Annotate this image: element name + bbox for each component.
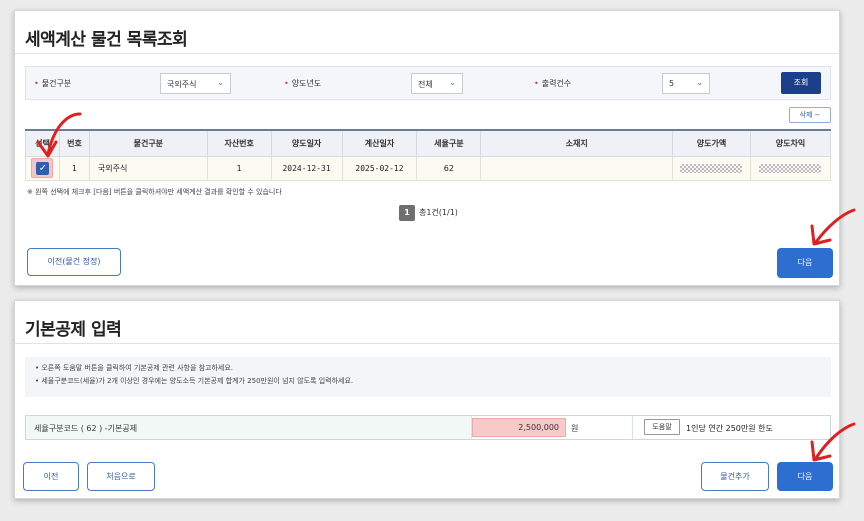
- page-title: 기본공제 입력: [25, 320, 122, 340]
- col-header: 양도가액: [671, 129, 751, 157]
- row-calc-date: 2025-02-12: [341, 155, 418, 181]
- title-divider: [15, 53, 839, 54]
- property-list-panel: 세액계산 물건 목록조회 • 물건구분 국외주식 ⌄ • 양도년도 전체 ⌄ • 출력건수…: [14, 10, 840, 286]
- row-transfer-date: 2024-12-31: [270, 155, 343, 181]
- pagination: 1 총1건(1/1): [399, 205, 458, 221]
- col-header: 물건구분: [88, 129, 208, 157]
- table-row[interactable]: ✓ 1 국외주식 1 2024-12-31 2025-02-12 62: [25, 155, 832, 181]
- row-category: 국외주식: [88, 155, 208, 181]
- col-header: 계산일자: [341, 129, 418, 157]
- instruction-note: ※ 왼쪽 선택에 체크후 [다음] 버튼을 클릭하셔야만 세액계산 결과를 확인…: [27, 188, 282, 196]
- transfer-year-label: • 양도년도: [284, 79, 322, 88]
- chevron-down-icon: ⌄: [696, 78, 703, 87]
- deduction-amount-input[interactable]: 2,500,000: [472, 418, 566, 437]
- annotation-arrow-icon: [36, 112, 82, 158]
- output-count-label: • 출력건수: [534, 79, 572, 88]
- currency-unit: 원: [571, 424, 579, 433]
- title-divider: [15, 343, 839, 344]
- category-select[interactable]: 국외주식 ⌄: [160, 73, 231, 94]
- chevron-down-icon: ⌄: [449, 78, 456, 87]
- category-label: • 물건구분: [34, 79, 72, 88]
- row-asset-no: 1: [206, 155, 272, 181]
- page-summary: 총1건(1/1): [419, 208, 458, 217]
- basic-deduction-panel: 기본공제 입력 • 오른쪽 도움말 버튼을 클릭하여 기본공제 관련 사항을 참…: [14, 300, 840, 499]
- prev-button[interactable]: 이전: [23, 462, 79, 491]
- next-button[interactable]: 다음: [777, 462, 833, 491]
- output-count-select[interactable]: 5 ⌄: [662, 73, 710, 94]
- info-box: • 오른쪽 도움말 버튼을 클릭하여 기본공제 관련 사항을 참고하세요. • …: [25, 357, 831, 397]
- page-button[interactable]: 1: [399, 205, 415, 221]
- page-title: 세액계산 물건 목록조회: [25, 30, 188, 50]
- help-button[interactable]: 도움말: [644, 419, 680, 435]
- col-header: 자산번호: [206, 129, 272, 157]
- row-location: [480, 155, 673, 181]
- property-table: 선택 번호 물건구분 자산번호 양도일자 계산일자 세율구분 소재지 양도가액 …: [25, 129, 832, 181]
- col-header: 양도일자: [270, 129, 343, 157]
- deduction-label: 세율구분코드 ( 62 ) -기본공제: [26, 416, 472, 439]
- add-property-button[interactable]: 물건추가: [701, 462, 769, 491]
- masked-value: [680, 163, 743, 173]
- annotation-arrow-icon: [810, 422, 856, 462]
- prev-edit-button[interactable]: 이전(물건 정정): [27, 248, 121, 276]
- info-line: • 세율구분코드(세율)가 2개 이상인 경우에는 양도소득 기본공제 합계가 …: [35, 377, 354, 385]
- next-button[interactable]: 다음: [777, 248, 833, 278]
- query-button[interactable]: 조회: [781, 72, 821, 94]
- transfer-year-select[interactable]: 전체 ⌄: [411, 73, 463, 94]
- col-header: 세율구분: [416, 129, 482, 157]
- deduction-limit-text: 1인당 연간 250만원 한도: [686, 424, 773, 433]
- annotation-arrow-icon: [810, 208, 856, 246]
- first-button[interactable]: 처음으로: [87, 462, 155, 491]
- masked-value: [759, 163, 822, 173]
- search-bar: • 물건구분 국외주식 ⌄ • 양도년도 전체 ⌄ • 출력건수 5 ⌄ 조회: [25, 66, 831, 100]
- row-gain: [749, 155, 832, 181]
- row-transfer-price: [671, 155, 751, 181]
- row-tax-code: 62: [416, 155, 482, 181]
- col-header: 양도차익: [749, 129, 832, 157]
- info-line: • 오른쪽 도움말 버튼을 클릭하여 기본공제 관련 사항을 참고하세요.: [35, 364, 234, 372]
- deduction-row: 세율구분코드 ( 62 ) -기본공제 2,500,000 원 도움말 1인당 …: [25, 415, 831, 440]
- column-divider: [632, 416, 633, 439]
- chevron-down-icon: ⌄: [217, 78, 224, 87]
- delete-button[interactable]: 삭제 −: [789, 107, 831, 123]
- col-header: 소재지: [480, 129, 673, 157]
